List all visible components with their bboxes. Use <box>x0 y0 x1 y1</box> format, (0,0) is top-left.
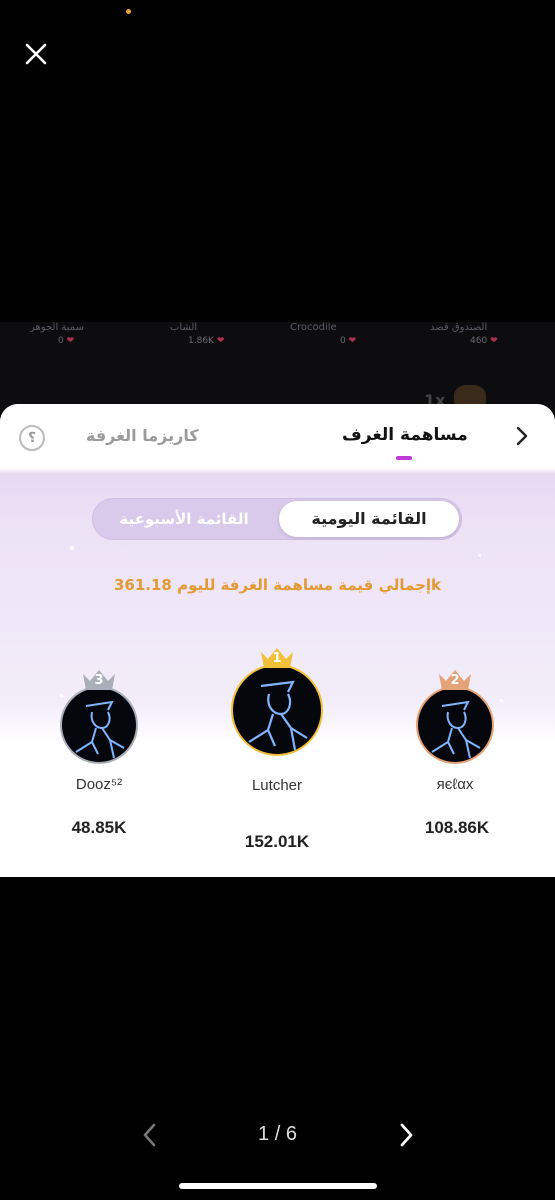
crown-icon: 2 <box>437 668 473 692</box>
crown-icon: 1 <box>259 646 295 670</box>
background-seat-value: 1.86K <box>188 336 214 346</box>
period-toggle: القائمة الأسبوعية القائمة اليومية <box>92 498 462 540</box>
daily-list-tab[interactable]: القائمة اليومية <box>279 501 459 537</box>
rank-number: 1 <box>272 651 282 666</box>
heart-icon: ❤ <box>216 336 225 346</box>
close-icon <box>25 43 47 65</box>
heart-icon: ❤ <box>490 336 498 346</box>
background-seat: سمية الجوهر 0 ❤ <box>30 322 140 346</box>
heart-icon: ❤ <box>348 336 357 346</box>
username: Lutcher <box>251 777 303 794</box>
weekly-list-tab[interactable]: القائمة الأسبوعية <box>104 501 264 537</box>
score-value: 108.86K <box>424 818 490 837</box>
crown-icon: 3 <box>81 668 117 692</box>
background-seat-strip: الصندوق قصد 460 ❤ Crocodile 0 ❤ الشاب 1.… <box>0 322 555 412</box>
background-seat: Crocodile 0 ❤ <box>290 322 400 346</box>
background-seat: الشاب 1.86K ❤ <box>170 322 280 346</box>
sparkle <box>500 699 503 702</box>
contribution-sheet: ؟ كاريزما الغرفة مساهمة الغرف القائمة ال… <box>0 404 555 877</box>
active-tab-indicator <box>396 456 412 460</box>
background-seat-value: 0 <box>58 336 64 346</box>
chevron-left-icon[interactable] <box>140 1122 160 1148</box>
chevron-right-icon[interactable] <box>396 1122 416 1148</box>
score-value: 48.85K <box>71 818 127 837</box>
tab-room-contribution[interactable]: مساهمة الغرف <box>342 425 468 445</box>
background-seat-value: 0 <box>340 336 346 346</box>
background-seat-name: Crocodile <box>290 322 337 333</box>
page-indicator: 1 / 6 <box>258 1123 297 1145</box>
help-icon[interactable]: ؟ <box>19 425 45 451</box>
sparkle <box>60 694 63 697</box>
tab-room-charisma[interactable]: كاريزما الغرفة <box>86 426 199 445</box>
sheet-header: ؟ كاريزما الغرفة مساهمة الغرف <box>0 404 555 468</box>
close-button[interactable] <box>22 40 50 68</box>
avatar <box>418 688 492 762</box>
username: Dooz⁵² <box>75 776 123 793</box>
daily-total-label: إجمالي قيمة مساهمة الغرفة لليوم 361.18k <box>113 576 442 594</box>
avatar <box>62 688 136 762</box>
heart-icon: ❤ <box>66 336 75 346</box>
sparkle <box>70 546 74 550</box>
rank-number: 2 <box>450 673 460 688</box>
rank-number: 3 <box>94 673 104 688</box>
background-seat-value: 460 <box>470 336 488 346</box>
background-seat: الصندوق قصد 460 ❤ <box>430 322 540 346</box>
chevron-right-icon[interactable] <box>510 424 534 448</box>
status-dot <box>126 9 131 14</box>
sparkle <box>478 554 481 557</box>
home-indicator[interactable] <box>179 1183 377 1189</box>
avatar <box>233 666 321 754</box>
username: яєℓαх <box>436 776 474 793</box>
score-value: 152.01K <box>244 832 310 851</box>
background-seat-name: الشاب <box>170 322 198 333</box>
background-seat-name: سمية الجوهر <box>30 322 84 333</box>
background-seat-name: الصندوق قصد <box>430 322 488 333</box>
